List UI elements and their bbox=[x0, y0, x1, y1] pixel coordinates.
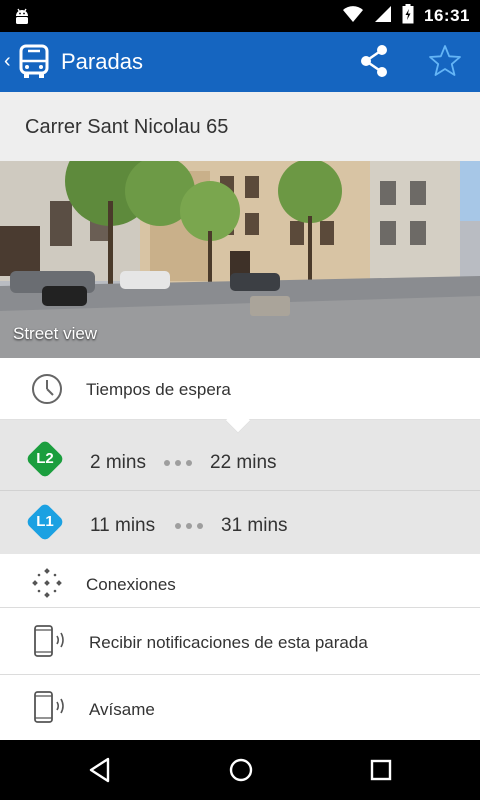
signal-icon bbox=[374, 5, 392, 28]
notifications-label: Recibir notificaciones de esta parada bbox=[89, 633, 368, 652]
page-title: Paradas bbox=[61, 49, 143, 74]
app-bar: ‹ Paradas bbox=[0, 32, 480, 92]
home-nav-icon[interactable] bbox=[226, 755, 256, 790]
line-badge-l2: L2 bbox=[25, 439, 65, 479]
alert-me-row[interactable]: Avísame bbox=[0, 675, 480, 740]
separator-dots bbox=[164, 460, 192, 466]
clock-time: 16:31 bbox=[424, 6, 470, 25]
arrivals-panel: L2 2 mins 22 mins L1 11 mins 31 mins bbox=[0, 420, 480, 554]
alert-me-label: Avísame bbox=[89, 700, 155, 719]
stop-address-bar: Carrer Sant Nicolau 65 bbox=[0, 92, 480, 161]
line-code: L2 bbox=[36, 450, 54, 467]
up-chevron-icon[interactable]: ‹ bbox=[4, 50, 11, 73]
line-badge-l1: L1 bbox=[25, 502, 65, 542]
following-arrival: 22 mins bbox=[210, 452, 277, 473]
arrival-row-l1[interactable]: L1 11 mins 31 mins bbox=[0, 491, 480, 554]
phone-vibrate-icon bbox=[33, 690, 67, 729]
share-icon[interactable] bbox=[358, 44, 390, 83]
clock-icon bbox=[31, 373, 63, 410]
wifi-icon bbox=[342, 5, 364, 28]
next-arrival: 2 mins bbox=[90, 452, 146, 473]
stop-address: Carrer Sant Nicolau 65 bbox=[25, 116, 229, 138]
bus-icon[interactable] bbox=[18, 44, 50, 85]
navigation-bar bbox=[0, 740, 480, 800]
following-arrival: 31 mins bbox=[221, 515, 288, 536]
connections-label: Conexiones bbox=[86, 575, 176, 594]
connections-row[interactable]: Conexiones bbox=[0, 554, 480, 608]
wait-times-label: Tiempos de espera bbox=[86, 380, 231, 399]
arrival-row-l2[interactable]: L2 2 mins 22 mins bbox=[0, 428, 480, 491]
battery-icon bbox=[402, 3, 414, 29]
next-arrival: 11 mins bbox=[90, 515, 156, 536]
line-code: L1 bbox=[36, 513, 54, 530]
status-bar: 16:31 bbox=[0, 0, 480, 32]
star-icon[interactable] bbox=[427, 43, 463, 84]
recents-nav-icon[interactable] bbox=[366, 755, 396, 790]
phone-vibrate-icon bbox=[33, 624, 67, 663]
separator-dots bbox=[175, 523, 203, 529]
back-nav-icon[interactable] bbox=[86, 755, 114, 790]
android-icon bbox=[12, 6, 32, 31]
street-view-image[interactable]: Street view bbox=[0, 161, 480, 358]
connections-icon bbox=[31, 567, 63, 604]
notifications-row[interactable]: Recibir notificaciones de esta parada bbox=[0, 608, 480, 675]
street-view-label: Street view bbox=[13, 324, 98, 343]
